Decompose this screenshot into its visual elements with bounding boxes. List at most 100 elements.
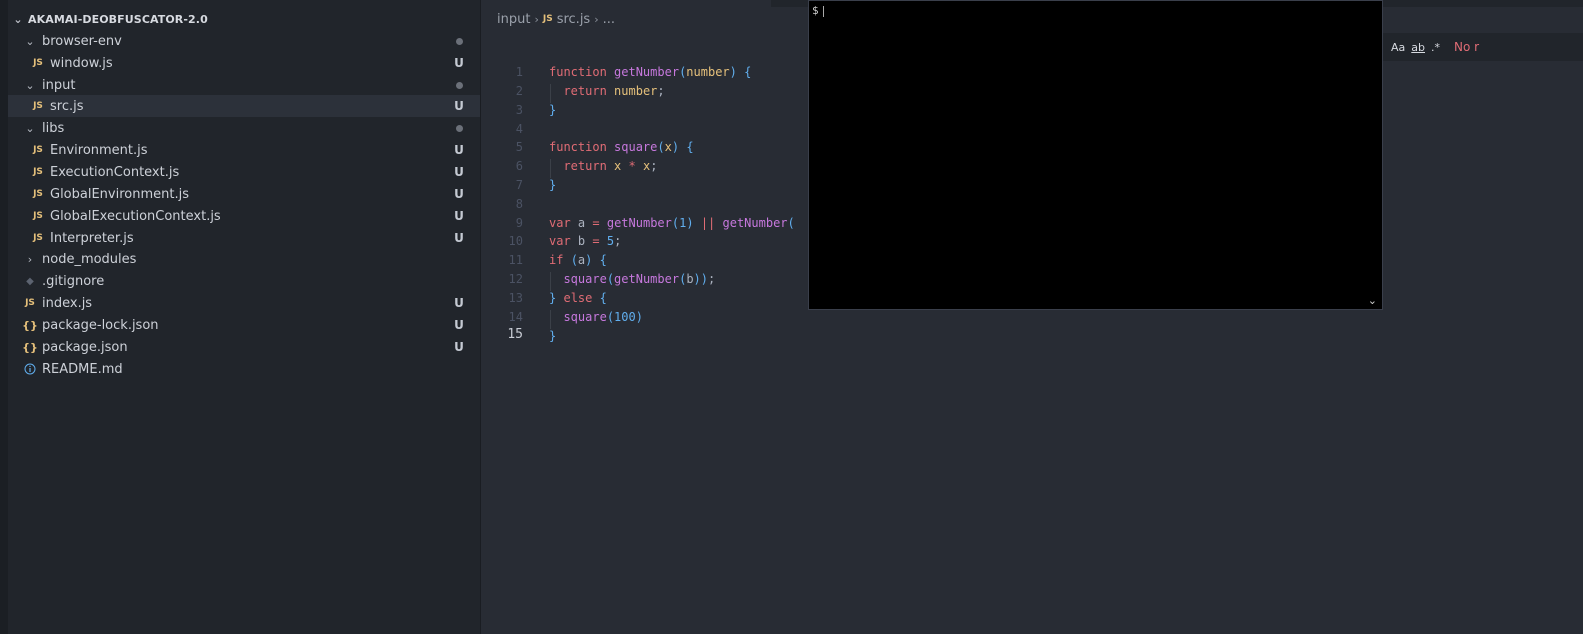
js-file-icon: JS	[33, 189, 43, 199]
code-line: square(getNumber(b));	[563, 272, 716, 286]
tree-item-label: package-lock.json	[42, 317, 159, 333]
tree-item-label: package.json	[42, 339, 128, 355]
terminal-prompt: $	[812, 4, 824, 17]
code-line: var a = getNumber(1) || getNumber(	[549, 216, 795, 230]
tree-folder-node-modules[interactable]: › node_modules	[8, 248, 480, 270]
activity-bar	[0, 0, 8, 634]
tree-item-label: README.md	[42, 361, 123, 377]
code-line: }	[549, 329, 557, 343]
chevron-down-icon: ⌄	[25, 34, 35, 48]
untracked-badge: U	[454, 56, 464, 70]
line-number-active: 15	[507, 327, 523, 342]
code-line: function square(x) {	[549, 140, 694, 154]
tree-file-gitignore[interactable]: ◆ .gitignore	[8, 270, 480, 292]
js-file-icon: JS	[33, 211, 43, 221]
js-file-icon: JS	[542, 14, 553, 24]
match-case-toggle[interactable]: Aa	[1391, 41, 1405, 54]
explorer-root-header[interactable]: ⌄ AKAMAI-DEOBFUSCATOR-2.0	[8, 9, 480, 29]
line-number: 13	[508, 291, 523, 305]
line-number: 4	[515, 122, 523, 136]
chevron-right-icon: ›	[534, 12, 539, 26]
breadcrumb-file[interactable]: src.js	[557, 12, 591, 27]
js-file-icon: JS	[33, 101, 43, 111]
tree-file-readme-md[interactable]: README.md	[8, 358, 480, 380]
tree-folder-input[interactable]: ⌄ input	[8, 74, 480, 96]
tree-folder-browser-env[interactable]: ⌄ browser-env	[8, 30, 480, 52]
tree-file-interpreter-js[interactable]: JS Interpreter.js U	[8, 227, 480, 249]
code-line: var b = 5;	[549, 234, 622, 248]
line-number: 12	[508, 272, 523, 286]
modified-dot-icon	[444, 81, 474, 89]
untracked-badge: U	[454, 340, 464, 354]
chevron-down-icon: ⌄	[25, 121, 35, 135]
line-number: 3	[515, 103, 523, 117]
js-file-icon: JS	[25, 298, 35, 308]
breadcrumb-folder[interactable]: input	[497, 12, 530, 27]
find-result-status: No r	[1454, 40, 1480, 54]
tree-item-label: GlobalExecutionContext.js	[50, 208, 221, 224]
code-line: square(100)	[563, 310, 643, 324]
modified-dot-icon	[444, 37, 474, 45]
code-line: } else {	[549, 291, 607, 305]
info-icon	[22, 363, 38, 375]
code-line: if (a) {	[549, 253, 607, 267]
tree-file-environment-js[interactable]: JS Environment.js U	[8, 139, 480, 161]
tree-file-globalexecutioncontext-js[interactable]: JS GlobalExecutionContext.js U	[8, 205, 480, 227]
terminal-panel[interactable]: $ ⌄	[808, 0, 1383, 310]
tree-item-label: browser-env	[42, 33, 122, 49]
tree-item-label: node_modules	[42, 251, 137, 267]
tree-item-label: index.js	[42, 295, 93, 311]
untracked-badge: U	[454, 318, 464, 332]
line-number: 11	[508, 253, 523, 267]
tree-file-index-js[interactable]: JS index.js U	[8, 292, 480, 314]
tree-file-package-lock-json[interactable]: {} package-lock.json U	[8, 314, 480, 336]
untracked-badge: U	[454, 209, 464, 223]
breadcrumb-more[interactable]: ...	[603, 12, 615, 27]
tree-item-label: Interpreter.js	[50, 230, 134, 246]
tree-file-executioncontext-js[interactable]: JS ExecutionContext.js U	[8, 161, 480, 183]
tree-item-label: .gitignore	[42, 273, 105, 289]
js-file-icon: JS	[33, 167, 43, 177]
tree-file-globalenvironment-js[interactable]: JS GlobalEnvironment.js U	[8, 183, 480, 205]
untracked-badge: U	[454, 231, 464, 245]
terminal-prompt-symbol: $	[812, 4, 819, 17]
tree-file-src-js[interactable]: JS src.js U	[8, 95, 480, 117]
line-number: 1	[515, 65, 523, 79]
json-braces-icon: {}	[22, 318, 38, 332]
explorer-root-label: AKAMAI-DEOBFUSCATOR-2.0	[28, 12, 208, 26]
js-file-icon: JS	[33, 233, 43, 243]
tree-file-window-js[interactable]: JS window.js U	[8, 52, 480, 74]
tree-file-package-json[interactable]: {} package.json U	[8, 336, 480, 358]
tree-item-label: input	[42, 77, 76, 93]
line-number: 14	[508, 310, 523, 324]
code-line: }	[549, 103, 557, 117]
find-widget: Aa ab .* No r	[1381, 33, 1583, 61]
whole-word-toggle[interactable]: ab	[1411, 41, 1425, 54]
tree-item-label: libs	[42, 120, 65, 136]
json-braces-icon: {}	[22, 340, 38, 354]
untracked-badge: U	[454, 99, 464, 113]
tree-item-label: window.js	[50, 55, 113, 71]
tree-item-label: Environment.js	[50, 142, 148, 158]
git-diamond-icon: ◆	[26, 275, 34, 287]
line-number: 2	[515, 84, 523, 98]
tree-item-label: GlobalEnvironment.js	[50, 186, 189, 202]
code-line: return number;	[563, 84, 665, 98]
tree-item-label: ExecutionContext.js	[50, 164, 180, 180]
line-number: 9	[515, 216, 523, 230]
terminal-cursor	[822, 5, 824, 17]
code-line: return x * x;	[563, 159, 658, 173]
line-number: 8	[515, 197, 523, 211]
untracked-badge: U	[454, 143, 464, 157]
regex-toggle[interactable]: .*	[1431, 41, 1440, 54]
chevron-right-icon: ›	[594, 12, 599, 26]
line-number: 5	[515, 140, 523, 154]
untracked-badge: U	[454, 296, 464, 310]
chevron-down-icon[interactable]: ⌄	[1368, 294, 1377, 307]
chevron-down-icon: ⌄	[13, 12, 23, 26]
tree-item-label: src.js	[50, 98, 84, 114]
tree-folder-libs[interactable]: ⌄ libs	[8, 117, 480, 139]
explorer-sidebar: ⌄ AKAMAI-DEOBFUSCATOR-2.0 ⌄ browser-env …	[8, 0, 481, 634]
js-file-icon: JS	[33, 145, 43, 155]
code-line: function getNumber(number) {	[549, 65, 752, 79]
